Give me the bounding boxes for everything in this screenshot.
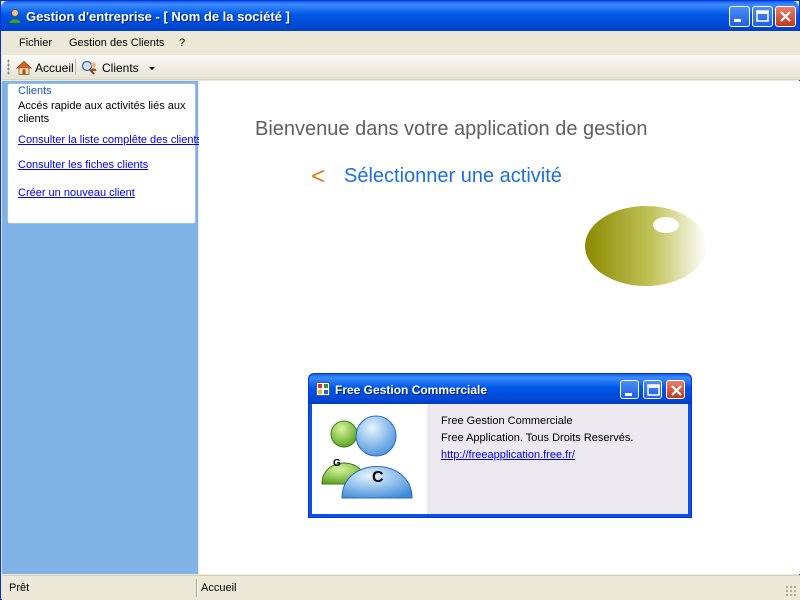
status-bar: Prêt Accueil [2,575,800,600]
logo-letter-c: C [372,469,384,486]
maximize-icon [756,10,769,22]
menu-fichier[interactable]: Fichier [19,37,52,49]
close-icon [780,11,791,22]
menu-help[interactable]: ? [179,37,185,49]
house-icon [16,60,32,75]
minimize-button[interactable] [729,6,750,27]
about-dialog-title-bar[interactable]: Free Gestion Commerciale [309,374,691,404]
status-text: Prêt [9,582,30,594]
status-location: Accueil [201,582,237,594]
about-website-link[interactable]: http://freeapplication.free.fr/ [441,449,575,461]
logo-letter-g: G [333,458,341,469]
toolbar-grip[interactable] [7,59,10,75]
toolbar: Accueil Clients [2,55,800,80]
clients-group-box: Clients Accés rapide aux activités liés … [7,83,202,224]
window-title: Gestion d'entreprise - [ Nom de la socié… [26,9,290,24]
decorative-sphere-icon [585,206,707,286]
dialog-minimize-button[interactable] [620,380,639,399]
menu-gestion-clients[interactable]: Gestion des Clients [69,37,164,49]
title-bar[interactable]: Gestion d'entreprise - [ Nom de la socié… [1,1,799,31]
welcome-heading: Bienvenue dans votre application de gest… [255,118,648,140]
clients-dropdown-button[interactable]: Clients [81,58,157,77]
close-button[interactable] [775,6,796,27]
status-separator [196,579,198,597]
clients-group-description: Accés rapide aux activités liés aux clie… [18,100,186,125]
minimize-icon [625,393,632,396]
close-icon [671,385,682,396]
maximize-button[interactable] [752,6,773,27]
toolbar-separator [75,59,76,75]
dialog-close-button[interactable] [666,380,685,399]
about-dialog: Free Gestion Commerciale G C Free Gestio… [308,373,692,518]
dropdown-arrow-icon [148,66,155,70]
minimize-icon [734,19,741,22]
maximize-icon [647,384,660,396]
about-dialog-title: Free Gestion Commerciale [335,383,488,397]
link-creer-nouveau-client[interactable]: Créer un nouveau client [18,187,135,199]
clients-group-title: Clients [16,85,54,97]
magnifier-user-icon [81,60,97,75]
main-window: Gestion d'entreprise - [ Nom de la socié… [0,0,800,600]
about-dialog-body: G C Free Gestion Commerciale Free Applic… [312,404,688,514]
form-icon [316,382,330,396]
clients-label: Clients [102,60,139,75]
about-copyright: Free Application. Tous Droits Reservés. [441,432,634,444]
home-button[interactable]: Accueil [16,58,74,77]
dialog-maximize-button[interactable] [643,380,662,399]
arrow-indicator: < [311,163,326,190]
select-activity-text: Sélectionner une activité [344,165,562,187]
menu-bar: Fichier Gestion des Clients ? [2,31,800,55]
link-consulter-liste-clients[interactable]: Consulter la liste complête des clients [18,134,202,146]
sidebar: Clients Accés rapide aux activités liés … [2,81,202,574]
link-consulter-fiches-clients[interactable]: Consulter les fiches clients [18,159,148,171]
home-label: Accueil [35,60,74,75]
app-user-icon [9,9,21,24]
resize-grip[interactable] [785,585,797,597]
about-product-name: Free Gestion Commerciale [441,415,573,427]
users-logo-icon: G C [321,415,413,499]
about-logo: G C [312,404,427,514]
